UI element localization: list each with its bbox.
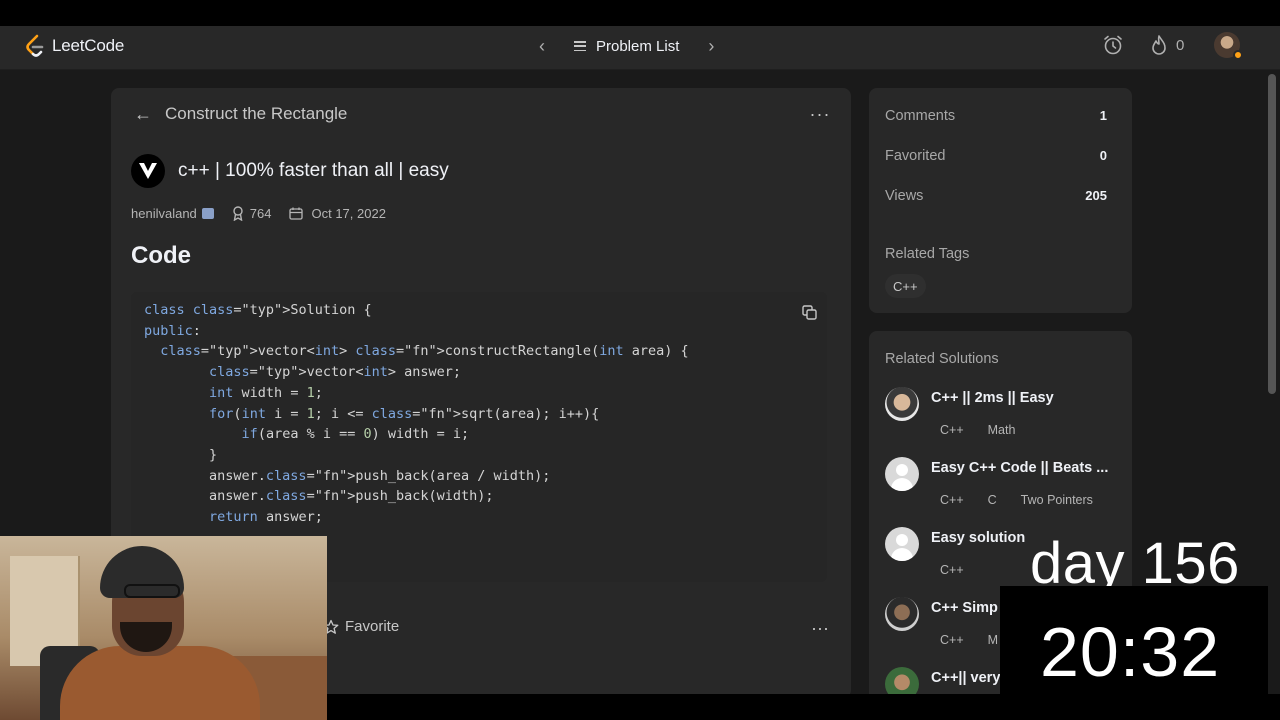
logo-text: LeetCode xyxy=(52,36,125,55)
problem-list-button[interactable]: Problem List xyxy=(574,34,679,58)
favorited-label: Favorited xyxy=(885,148,946,164)
calendar-icon xyxy=(289,207,304,220)
related-solution-title: C++ Simp xyxy=(931,600,998,616)
timer: 20:32 xyxy=(1040,613,1221,691)
chevron-left-icon[interactable]: ‹ xyxy=(530,34,554,58)
post-date: Oct 17, 2022 xyxy=(289,206,386,221)
related-solution-tags: C++ Math xyxy=(931,419,1024,441)
comments-stat: Comments 1 xyxy=(885,108,1107,124)
tag[interactable]: C++ xyxy=(931,489,973,511)
views-stat: Views 205 xyxy=(885,188,1107,204)
tag-cpp[interactable]: C++ xyxy=(885,274,926,298)
copy-icon[interactable] xyxy=(799,302,819,322)
reputation: 764 xyxy=(232,206,272,221)
tag[interactable]: Two Pointers xyxy=(1012,489,1102,511)
tag[interactable]: C++ xyxy=(931,629,973,651)
related-tags-title: Related Tags xyxy=(885,246,970,262)
related-solution-title: C++ || 2ms || Easy xyxy=(931,390,1054,406)
more-options-icon[interactable]: ··· xyxy=(807,102,833,126)
code-line: for(int i = 1; i <= class="fn">sqrt(area… xyxy=(209,405,600,422)
chevron-right-icon[interactable]: › xyxy=(699,34,723,58)
related-solution-tags: C++ xyxy=(931,559,973,581)
views-label: Views xyxy=(885,188,924,204)
scrollbar-thumb[interactable] xyxy=(1268,74,1276,394)
user-avatar[interactable] xyxy=(1214,32,1244,60)
author-avatar[interactable] xyxy=(131,154,165,188)
code-line: class="typ">vector<int> class="fn">const… xyxy=(160,343,689,360)
tag[interactable]: C xyxy=(979,489,1006,511)
views-value: 205 xyxy=(1085,188,1107,203)
related-solutions-title: Related Solutions xyxy=(885,351,999,367)
avatar xyxy=(885,457,919,491)
solution-title: c++ | 100% faster than all | easy xyxy=(178,160,449,181)
related-solution-tags: C++ M xyxy=(931,629,1007,651)
webcam-person-body xyxy=(60,646,260,720)
solution-meta: henilvaland 764 Oct 17, 2022 xyxy=(131,206,386,221)
code-heading: Code xyxy=(131,242,191,269)
streak-button[interactable]: 0 xyxy=(1150,34,1184,56)
code-line: answer.class="fn">push_back(area / width… xyxy=(144,467,551,484)
alarm-clock-icon[interactable] xyxy=(1100,32,1126,58)
streak-count: 0 xyxy=(1176,36,1185,54)
tag[interactable]: Math xyxy=(979,419,1025,441)
navbar-right: 0 xyxy=(1100,32,1244,60)
related-solution-tags: C++ C Two Pointers xyxy=(931,489,1102,511)
favorite-label: Favorite xyxy=(345,618,400,635)
author-name[interactable]: henilvaland xyxy=(131,206,197,221)
code-line: answer.class="fn">push_back(width); xyxy=(144,488,494,505)
stats-card: Comments 1 Favorited 0 Views 205 Related… xyxy=(869,88,1132,313)
problem-nav: ‹ Problem List › xyxy=(530,34,723,58)
favorited-stat: Favorited 0 xyxy=(885,148,1107,164)
related-solution-title: Easy C++ Code || Beats ... xyxy=(931,460,1109,476)
related-solution-title: C++|| very xyxy=(931,670,1001,686)
problem-list-label: Problem List xyxy=(596,37,680,55)
avatar xyxy=(885,387,919,421)
code-line: if(area % i == 0) width = i; xyxy=(241,426,470,443)
verified-badge-icon xyxy=(201,208,214,219)
tag[interactable]: C++ xyxy=(931,559,973,581)
reputation-count: 764 xyxy=(249,206,272,221)
top-letterbox xyxy=(0,0,1280,26)
comments-label: Comments xyxy=(885,108,956,124)
leetcode-logo-icon xyxy=(26,34,44,57)
avatar xyxy=(885,527,919,561)
problem-title[interactable]: Construct the Rectangle xyxy=(165,104,347,124)
webcam-person-glasses xyxy=(124,584,180,598)
leetcode-logo[interactable]: LeetCode xyxy=(24,34,124,58)
favorite-button[interactable]: Favorite xyxy=(323,618,399,635)
avatar xyxy=(885,597,919,631)
code-line: return answer; xyxy=(209,509,323,525)
favorited-value: 0 xyxy=(1099,148,1107,163)
related-solution-title: Easy solution xyxy=(931,530,1026,546)
webcam-overlay xyxy=(0,536,327,720)
code-line: class="typ">vector<int> answer; xyxy=(209,364,462,381)
back-arrow-icon[interactable]: ← xyxy=(131,102,155,126)
more-options-bottom-icon[interactable]: ··· xyxy=(807,616,833,640)
award-icon xyxy=(233,206,243,221)
date-text: Oct 17, 2022 xyxy=(311,206,386,221)
code-line: int width = 1; xyxy=(209,384,323,401)
fire-icon xyxy=(1152,35,1166,55)
tag[interactable]: C++ xyxy=(931,419,973,441)
code-line: class class="typ">Solution { xyxy=(144,302,372,318)
comments-value: 1 xyxy=(1099,108,1107,123)
list-icon xyxy=(574,41,586,51)
code-line: public: xyxy=(144,322,201,339)
code-line: } xyxy=(144,446,218,463)
